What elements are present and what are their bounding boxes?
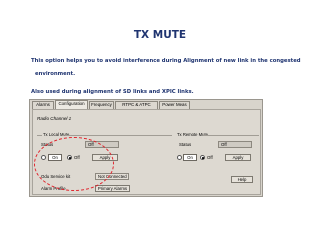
tab-rtpc-atpc[interactable]: RTPC & ATPC xyxy=(115,101,158,109)
description-line-1: This option helps you to avoid interfere… xyxy=(31,58,301,64)
tab-frequency[interactable]: Frequency xyxy=(89,101,114,109)
tab-alarms[interactable]: Alarms xyxy=(32,101,54,109)
tab-bar: Alarms Configuration Frequency RTPC & AT… xyxy=(30,100,262,109)
tx-remote-off-label: Off xyxy=(207,155,213,160)
tab-power-meas[interactable]: Power Meas xyxy=(159,101,190,109)
tx-remote-off-radio[interactable] xyxy=(200,155,205,160)
help-button[interactable]: Help xyxy=(231,176,253,183)
tx-local-group-border-right xyxy=(65,135,172,136)
description-line-3: Also used during alignment of SD links a… xyxy=(31,89,194,95)
highlight-ellipse xyxy=(34,137,114,191)
alarm-profile-button[interactable]: Primary Alarms xyxy=(95,185,130,192)
slide-title: TX MUTE xyxy=(133,29,187,41)
description-line-2: environment. xyxy=(35,71,76,77)
tx-remote-apply-button[interactable]: Apply xyxy=(225,154,251,161)
tx-remote-on-button[interactable]: On xyxy=(183,154,197,161)
tx-remote-status-field: Off xyxy=(218,141,252,148)
tx-remote-group-border xyxy=(203,135,259,136)
tab-configuration[interactable]: Configuration xyxy=(55,100,88,109)
tx-remote-on-radio[interactable] xyxy=(177,155,182,160)
radio-channel-title: Radio Channel 1 xyxy=(37,116,72,121)
tx-local-group-border xyxy=(37,135,42,136)
tx-remote-status-label: Status xyxy=(179,142,192,147)
